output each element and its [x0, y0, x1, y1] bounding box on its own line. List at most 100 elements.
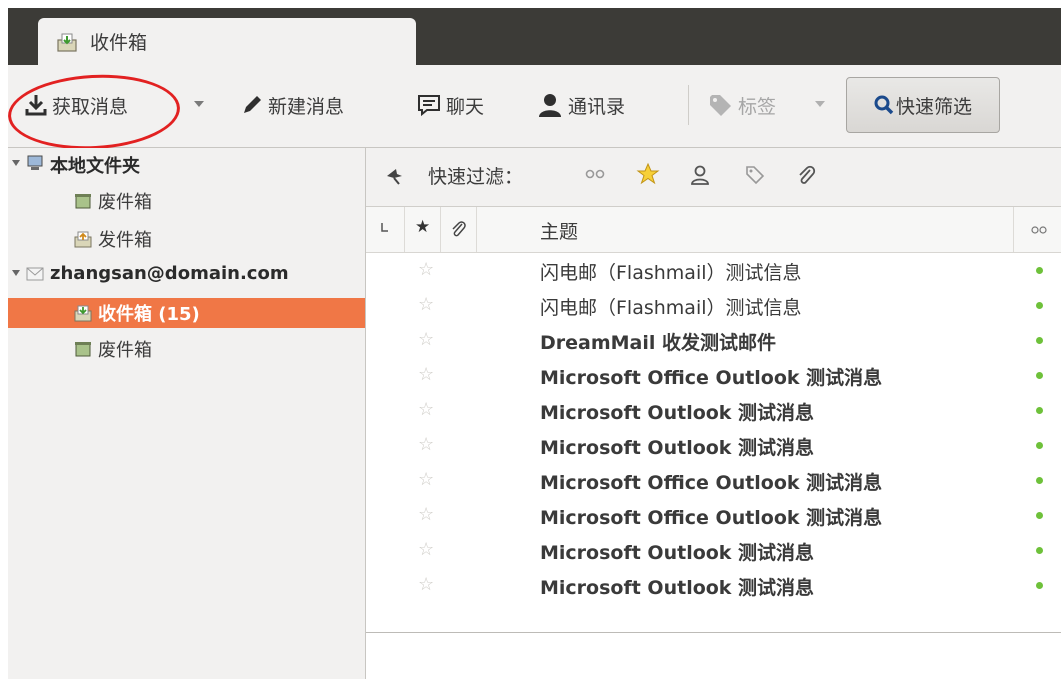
quick-filter-bar-label: 快速过滤：	[428, 166, 524, 188]
tab-bar: 收件箱	[8, 8, 1061, 66]
tab-inbox[interactable]: 收件箱	[38, 18, 416, 66]
unread-status-dot[interactable]	[1036, 267, 1043, 274]
new-message-label: 新建消息	[268, 95, 345, 118]
new-message-button[interactable]: 新建消息	[240, 87, 344, 123]
folder-label: 收件箱 (15)	[98, 304, 200, 325]
tags-label: 标签	[738, 95, 777, 118]
quick-filter-label: 快速筛选	[895, 95, 972, 118]
magnifier-icon	[874, 95, 894, 115]
unread-status-dot[interactable]	[1036, 302, 1043, 309]
toolbar-separator	[688, 85, 689, 125]
subject-column-header[interactable]: 主题	[476, 207, 1014, 252]
folder-label: 发件箱	[98, 230, 152, 251]
star-toggle-icon[interactable]: ☆	[418, 365, 434, 385]
quick-filter-bar: 快速过滤：	[366, 148, 1061, 207]
folder-inbox[interactable]: 收件箱 (15)	[8, 298, 365, 328]
folder-label: 废件箱	[98, 340, 152, 361]
unread-status-dot[interactable]	[1036, 477, 1043, 484]
folder-label: zhangsan@domain.com	[50, 262, 289, 284]
message-subject: Microsoft Outlook 测试消息	[540, 577, 815, 599]
address-book-label: 通讯录	[568, 95, 626, 118]
pin-icon[interactable]	[384, 166, 404, 186]
outbox-icon	[74, 231, 92, 248]
star-toggle-icon[interactable]: ☆	[418, 260, 434, 280]
unread-status-dot[interactable]	[1036, 442, 1043, 449]
star-filter-icon[interactable]	[636, 162, 660, 186]
quick-filter-toggle[interactable]: 快速筛选	[846, 77, 1000, 133]
star-icon: ★	[415, 217, 431, 237]
tags-button[interactable]: 标签	[708, 87, 776, 123]
message-subject: DreamMail 收发测试邮件	[540, 332, 777, 354]
attachment-column-header[interactable]	[440, 207, 477, 252]
read-status-icon	[1031, 226, 1047, 234]
read-column-header[interactable]	[1013, 207, 1061, 252]
unread-filter-icon[interactable]	[584, 164, 606, 184]
unread-status-dot[interactable]	[1036, 407, 1043, 414]
star-toggle-icon[interactable]: ☆	[418, 400, 434, 420]
star-toggle-icon[interactable]: ☆	[418, 540, 434, 560]
folder-account-trash[interactable]: 废件箱	[8, 334, 365, 364]
message-row[interactable]: ☆ Microsoft Outlook 测试消息	[366, 393, 1061, 428]
address-book-button[interactable]: 通讯录	[536, 87, 625, 123]
message-row[interactable]: ☆ Microsoft Office Outlook 测试消息	[366, 498, 1061, 533]
expand-triangle-icon[interactable]	[12, 270, 20, 276]
inbox-icon	[57, 33, 77, 52]
message-row[interactable]: ☆ Microsoft Office Outlook 测试消息	[366, 463, 1061, 498]
computer-icon	[27, 155, 43, 170]
unread-status-dot[interactable]	[1036, 372, 1043, 379]
message-row[interactable]: ☆ DreamMail 收发测试邮件	[366, 323, 1061, 358]
star-toggle-icon[interactable]: ☆	[418, 295, 434, 315]
star-toggle-icon[interactable]: ☆	[418, 505, 434, 525]
unread-status-dot[interactable]	[1036, 547, 1043, 554]
get-messages-dropdown-icon[interactable]	[194, 101, 204, 107]
star-toggle-icon[interactable]: ☆	[418, 575, 434, 595]
message-subject: Microsoft Outlook 测试消息	[540, 437, 815, 459]
tab-title: 收件箱	[90, 32, 148, 54]
star-toggle-icon[interactable]: ☆	[418, 470, 434, 490]
thread-icon	[381, 223, 388, 232]
folder-label: 本地文件夹	[50, 156, 140, 177]
chat-label: 聊天	[446, 95, 485, 118]
expand-triangle-icon[interactable]	[12, 160, 20, 166]
message-row[interactable]: ☆ Microsoft Office Outlook 测试消息	[366, 358, 1061, 393]
folder-local-outbox[interactable]: 发件箱	[8, 224, 365, 254]
message-list-header: ★ 主题	[366, 207, 1061, 253]
tag-filter-icon[interactable]	[744, 164, 766, 186]
message-subject: 闪电邮（Flashmail）测试信息	[540, 262, 802, 284]
folder-label: 废件箱	[98, 192, 152, 213]
contact-filter-icon[interactable]	[690, 164, 710, 186]
folder-local-trash[interactable]: 废件箱	[8, 186, 365, 216]
unread-status-dot[interactable]	[1036, 512, 1043, 519]
folder-account[interactable]: zhangsan@domain.com	[8, 258, 365, 288]
unread-status-dot[interactable]	[1036, 582, 1043, 589]
attachment-filter-icon[interactable]	[796, 164, 816, 186]
message-subject: Microsoft Outlook 测试消息	[540, 402, 815, 424]
star-column-header[interactable]: ★	[404, 207, 441, 252]
person-icon	[539, 94, 561, 117]
message-row[interactable]: ☆ Microsoft Outlook 测试消息	[366, 428, 1061, 463]
message-row[interactable]: ☆ 闪电邮（Flashmail）测试信息	[366, 253, 1061, 288]
chat-button[interactable]: 聊天	[416, 87, 484, 123]
chat-bubble-icon	[418, 95, 440, 117]
message-subject: 闪电邮（Flashmail）测试信息	[540, 297, 802, 319]
message-subject: Microsoft Outlook 测试消息	[540, 542, 815, 564]
tag-icon	[710, 95, 731, 116]
trash-icon	[75, 194, 91, 209]
subject-column-label: 主题	[540, 221, 579, 243]
thread-column-header[interactable]	[366, 207, 405, 252]
message-row[interactable]: ☆ Microsoft Outlook 测试消息	[366, 533, 1061, 568]
folder-local-folders[interactable]: 本地文件夹	[8, 150, 365, 180]
message-row[interactable]: ☆ 闪电邮（Flashmail）测试信息	[366, 288, 1061, 323]
star-toggle-icon[interactable]: ☆	[418, 330, 434, 350]
unread-status-dot[interactable]	[1036, 337, 1043, 344]
message-subject: Microsoft Office Outlook 测试消息	[540, 507, 883, 529]
message-row[interactable]: ☆ Microsoft Outlook 测试消息	[366, 568, 1061, 603]
tags-dropdown-icon[interactable]	[815, 101, 825, 107]
message-subject: Microsoft Office Outlook 测试消息	[540, 472, 883, 494]
inbox-icon	[74, 305, 92, 322]
message-preview-splitter[interactable]	[366, 632, 1061, 633]
paperclip-icon	[452, 221, 466, 237]
star-toggle-icon[interactable]: ☆	[418, 435, 434, 455]
trash-icon	[75, 342, 91, 357]
envelope-icon	[26, 267, 44, 281]
